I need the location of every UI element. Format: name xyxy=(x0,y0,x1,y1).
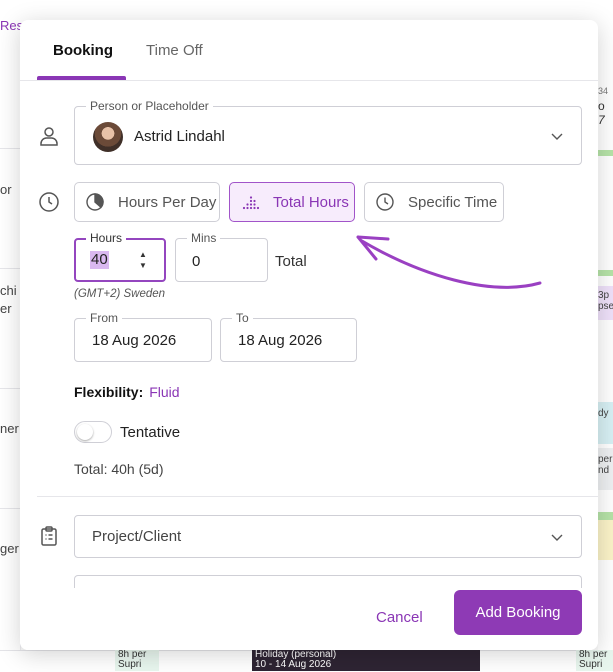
bg-timeoff-card: Holiday (personal) 10 - 14 Aug 2026 xyxy=(252,650,480,671)
bg-chip-text: per xyxy=(598,454,613,465)
bg-resource-label: or xyxy=(0,182,12,197)
clock-icon xyxy=(37,190,61,214)
annotation-arrow-icon xyxy=(356,235,542,289)
calendar-resource-column xyxy=(0,48,21,671)
to-date-label: To xyxy=(232,311,253,325)
bg-resource-label: chi xyxy=(0,283,17,298)
bg-allocation-bar xyxy=(598,270,613,276)
tentative-toggle[interactable] xyxy=(74,421,112,443)
total-hours-button[interactable]: Total Hours xyxy=(229,182,355,222)
calendar-right-edge xyxy=(598,48,613,671)
total-hours-label: Total Hours xyxy=(273,194,349,211)
bg-row-divider xyxy=(0,268,20,269)
bg-card-text: Supri xyxy=(579,659,603,670)
timezone-label: (GMT+2) Sweden xyxy=(74,288,166,300)
person-select[interactable]: Person or Placeholder Astrid Lindahl xyxy=(74,99,582,165)
bg-chip-text: pse xyxy=(598,301,613,312)
bg-day-label: o xyxy=(598,100,605,113)
bg-allocation-bar xyxy=(598,150,613,156)
bg-booking-chip: dy xyxy=(598,402,613,444)
hours-input-label: Hours xyxy=(86,231,127,245)
bg-chip-text: dy xyxy=(598,408,609,419)
bg-row-divider xyxy=(0,388,20,389)
stepper-down-icon[interactable]: ▼ xyxy=(136,260,150,271)
dotted-chart-icon xyxy=(240,192,260,212)
bg-resource-label: er xyxy=(0,301,12,316)
cancel-button[interactable]: Cancel xyxy=(376,609,423,626)
flexibility-label: Flexibility: xyxy=(74,384,144,400)
clock-icon xyxy=(375,192,395,212)
chevron-down-icon xyxy=(549,529,565,545)
bg-booking-chip xyxy=(598,520,613,560)
bg-row-divider xyxy=(0,508,20,509)
project-client-placeholder: Project/Client xyxy=(92,528,182,545)
hours-stepper[interactable]: ▲ ▼ xyxy=(136,249,150,271)
pie-clock-icon xyxy=(85,192,105,212)
to-date-value: 18 Aug 2026 xyxy=(238,332,323,349)
hours-input[interactable]: Hours 40 ▲ ▼ xyxy=(74,231,166,282)
total-suffix-label: Total xyxy=(275,253,307,270)
specific-time-button[interactable]: Specific Time xyxy=(364,182,504,222)
bg-resource-label: ger xyxy=(0,541,19,556)
bg-resource-label: ner xyxy=(0,421,19,436)
bg-booking-card: 8h per Supri xyxy=(576,650,613,671)
tentative-label: Tentative xyxy=(120,424,181,441)
modal-footer: Cancel Add Booking xyxy=(20,588,598,650)
person-select-label: Person or Placeholder xyxy=(86,99,213,113)
mins-input-label: Mins xyxy=(187,231,221,245)
flexibility-row: Flexibility: Fluid xyxy=(74,384,180,400)
add-booking-button[interactable]: Add Booking xyxy=(454,590,582,635)
bg-card-text: Supri xyxy=(118,659,142,670)
bg-booking-chip: 3p pse xyxy=(598,286,613,320)
flexibility-value-link[interactable]: Fluid xyxy=(149,384,179,400)
from-date-value: 18 Aug 2026 xyxy=(92,332,177,349)
tab-booking[interactable]: Booking xyxy=(53,42,113,59)
to-date-field[interactable]: To 18 Aug 2026 xyxy=(220,311,357,362)
booking-modal: Booking Time Off Person or Placeholder A… xyxy=(20,20,598,650)
mins-input[interactable]: Mins 0 xyxy=(175,231,268,282)
active-tab-indicator xyxy=(37,76,126,80)
tab-time-off[interactable]: Time Off xyxy=(146,42,203,59)
bg-booking-chip: per nd xyxy=(598,448,613,490)
section-divider xyxy=(37,496,598,497)
from-date-label: From xyxy=(86,311,122,325)
stepper-up-icon[interactable]: ▲ xyxy=(136,249,150,260)
chevron-down-icon xyxy=(549,128,565,144)
bg-row-divider xyxy=(0,148,20,149)
bg-card-text: 10 - 14 Aug 2026 xyxy=(255,659,332,670)
specific-time-label: Specific Time xyxy=(408,194,498,211)
bg-booking-card: 8h per Supri xyxy=(115,650,159,671)
bg-day-number: 34 xyxy=(598,86,609,96)
bg-chip-text: 3p xyxy=(598,290,610,301)
hours-input-value: 40 xyxy=(90,251,109,269)
mins-input-value: 0 xyxy=(192,253,201,270)
avatar xyxy=(93,122,123,152)
project-client-select[interactable]: Project/Client xyxy=(74,515,582,558)
clipboard-icon xyxy=(37,524,61,548)
toggle-knob xyxy=(77,424,93,440)
person-icon xyxy=(37,124,61,148)
modal-tabs: Booking Time Off xyxy=(20,20,598,81)
bg-chip-text: nd xyxy=(598,465,610,476)
bg-allocation-bar xyxy=(598,512,613,520)
bg-day-label: 7 xyxy=(598,114,605,127)
from-date-field[interactable]: From 18 Aug 2026 xyxy=(74,311,212,362)
total-summary: Total: 40h (5d) xyxy=(74,461,164,477)
hours-per-day-button[interactable]: Hours Per Day xyxy=(74,182,220,222)
hours-per-day-label: Hours Per Day xyxy=(118,194,217,211)
person-select-value: Astrid Lindahl xyxy=(134,128,225,145)
